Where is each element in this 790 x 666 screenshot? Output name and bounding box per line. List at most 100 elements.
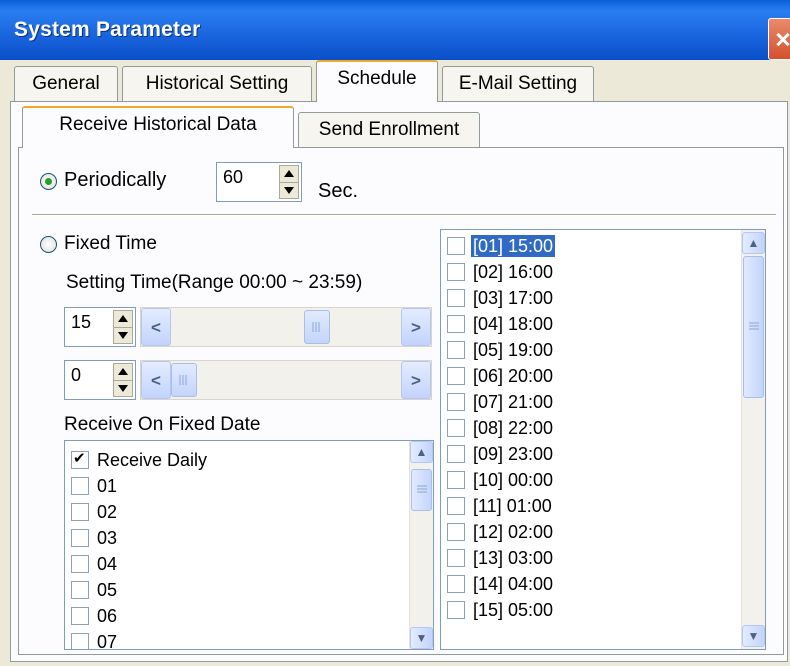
time-slot-label: [08] 22:00 (473, 418, 554, 438)
time-slot-checkbox[interactable] (447, 263, 465, 281)
time-slot-item[interactable]: [13] 03:00 (441, 545, 739, 571)
fixed-date-scroll-thumb[interactable] (411, 469, 432, 511)
fixed-date-label: 06 (97, 606, 118, 626)
fixed-date-checkbox[interactable] (71, 581, 89, 599)
chevron-right-icon[interactable]: > (401, 361, 431, 399)
tab-historical-setting[interactable]: Historical Setting (122, 66, 312, 102)
fixed-date-item[interactable]: 03 (65, 525, 407, 551)
time-slot-item[interactable]: [15] 05:00 (441, 597, 739, 623)
time-slot-checkbox[interactable] (447, 315, 465, 333)
minute-slider-thumb[interactable] (171, 363, 197, 397)
spin-arrows-icon[interactable] (113, 310, 133, 344)
time-list-scroll-thumb[interactable] (743, 256, 764, 398)
time-slot-label: [04] 18:00 (473, 314, 554, 334)
fixed-date-checkbox[interactable] (71, 449, 89, 469)
fixed-date-checkbox[interactable] (71, 607, 89, 625)
time-slot-item[interactable]: [02] 16:00 (441, 259, 739, 285)
time-list[interactable]: [15] 05:00 [14] 04:00 [13] 03:00 [12] 02:00… (440, 229, 766, 650)
time-list-scrollbar[interactable]: ▲ ▼ (741, 230, 765, 649)
time-slot-item[interactable]: [08] 22:00 (441, 415, 739, 441)
fixed-date-label: Receive Daily (97, 450, 208, 470)
spin-arrows-icon[interactable] (113, 363, 133, 397)
fixed-date-label: 03 (97, 528, 118, 548)
time-slot-label: [07] 21:00 (473, 392, 554, 412)
chevron-right-icon[interactable]: > (401, 308, 431, 346)
fixed-date-item[interactable]: 02 (65, 499, 407, 525)
period-unit: Sec. (318, 180, 359, 202)
minute-value: 0 (71, 365, 82, 385)
periodically-label: Periodically (64, 169, 167, 191)
time-slot-checkbox[interactable] (447, 575, 465, 593)
time-slot-checkbox[interactable] (447, 367, 465, 385)
fixed-date-checkbox[interactable] (71, 555, 89, 573)
periodically-radio[interactable] (40, 173, 57, 190)
hour-stepper[interactable]: 15 (64, 307, 136, 347)
time-slot-checkbox[interactable] (447, 419, 465, 437)
fixed-date-label: Receive On Fixed Date (64, 414, 261, 435)
time-slot-checkbox[interactable] (447, 497, 465, 515)
time-slot-item[interactable]: [11] 01:00 (441, 493, 739, 519)
time-slot-label: [03] 17:00 (473, 288, 554, 308)
fixed-date-item[interactable]: 07 (65, 629, 407, 650)
chevron-up-icon[interactable]: ▲ (410, 441, 433, 463)
tab-send-enrollment[interactable]: Send Enrollment (298, 112, 480, 148)
tab-general[interactable]: General (14, 66, 118, 102)
time-slot-item[interactable]: [05] 19:00 (441, 337, 739, 363)
fixed-date-checkbox[interactable] (71, 633, 89, 649)
minute-stepper[interactable]: 0 (64, 360, 136, 400)
time-slot-item[interactable]: [14] 04:00 (441, 571, 739, 597)
time-slot-checkbox[interactable] (447, 601, 465, 619)
time-slot-label: [06] 20:00 (473, 366, 554, 386)
fixed-date-list[interactable]: 07 06 05 04 03 02 01 Receive Daily ▲ ▼ (64, 440, 434, 650)
fixed-date-item[interactable]: 05 (65, 577, 407, 603)
time-slot-checkbox[interactable] (447, 445, 465, 463)
tab-schedule[interactable]: Schedule (316, 60, 438, 102)
time-slot-item[interactable]: [03] 17:00 (441, 285, 739, 311)
close-icon[interactable] (768, 18, 790, 60)
time-slot-checkbox[interactable] (447, 393, 465, 411)
time-slot-item[interactable]: [07] 21:00 (441, 389, 739, 415)
time-slot-label: [05] 19:00 (473, 340, 554, 360)
time-slot-item[interactable]: [12] 02:00 (441, 519, 739, 545)
chevron-left-icon[interactable]: < (141, 361, 171, 399)
fixed-date-scrollbar[interactable]: ▲ ▼ (409, 441, 433, 649)
time-slot-item[interactable]: [10] 00:00 (441, 467, 739, 493)
section-divider (32, 214, 776, 216)
fixed-date-label: 07 (97, 632, 118, 650)
fixed-date-checkbox[interactable] (71, 529, 89, 547)
period-value: 60 (223, 167, 244, 187)
fixed-date-checkbox[interactable] (71, 503, 89, 521)
fixed-date-label: 01 (97, 476, 118, 496)
time-slot-item[interactable]: [04] 18:00 (441, 311, 739, 337)
fixed-date-item[interactable]: Receive Daily (65, 447, 407, 473)
time-slot-checkbox[interactable] (447, 341, 465, 359)
time-slot-label: [12] 02:00 (473, 522, 554, 542)
time-slot-checkbox[interactable] (447, 471, 465, 489)
period-stepper[interactable]: 60 (216, 162, 302, 202)
time-slot-item[interactable]: [01] 15:00 (441, 233, 739, 259)
hour-scrollbar[interactable]: < > (140, 307, 432, 347)
fixed-time-radio[interactable] (40, 236, 57, 253)
fixed-date-item[interactable]: 01 (65, 473, 407, 499)
time-slot-checkbox[interactable] (447, 237, 465, 255)
tab-receive-historical-data[interactable]: Receive Historical Data (22, 106, 294, 148)
time-slot-checkbox[interactable] (447, 523, 465, 541)
chevron-up-icon[interactable]: ▲ (742, 232, 765, 254)
fixed-date-item[interactable]: 06 (65, 603, 407, 629)
hour-slider-thumb[interactable] (304, 310, 330, 344)
fixed-date-item[interactable]: 04 (65, 551, 407, 577)
time-slot-label: [10] 00:00 (473, 470, 554, 490)
tab-email-setting[interactable]: E-Mail Setting (442, 66, 594, 102)
chevron-down-icon[interactable]: ▼ (742, 625, 765, 647)
time-slot-item[interactable]: [06] 20:00 (441, 363, 739, 389)
title-bar[interactable]: System Parameter (0, 0, 790, 60)
minute-scrollbar[interactable]: < > (140, 360, 432, 400)
chevron-down-icon[interactable]: ▼ (410, 627, 433, 649)
spin-arrows-icon[interactable] (279, 165, 299, 199)
time-slot-checkbox[interactable] (447, 289, 465, 307)
fixed-date-checkbox[interactable] (71, 477, 89, 495)
chevron-left-icon[interactable]: < (141, 308, 171, 346)
time-slot-label: [01] 15:00 (469, 234, 557, 258)
time-slot-checkbox[interactable] (447, 549, 465, 567)
time-slot-item[interactable]: [09] 23:00 (441, 441, 739, 467)
